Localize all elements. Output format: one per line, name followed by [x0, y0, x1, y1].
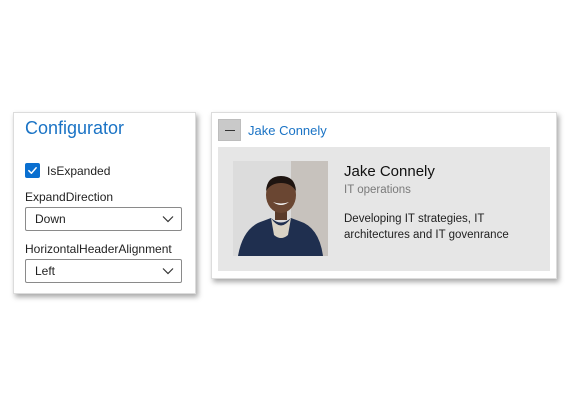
header-alignment-value: Left — [35, 264, 56, 278]
collapse-button[interactable] — [218, 119, 241, 141]
minus-icon — [224, 129, 235, 131]
expander-header-title[interactable]: Jake Connely — [248, 123, 327, 138]
is-expanded-checkbox[interactable] — [25, 163, 40, 178]
configurator-title: Configurator — [25, 118, 125, 138]
expander-content: Jake Connely IT operations Developing IT… — [218, 147, 550, 271]
person-role: IT operations — [344, 184, 411, 196]
expand-direction-label: ExpandDirection — [25, 190, 114, 204]
checkmark-icon — [28, 167, 37, 174]
profile-photo — [233, 161, 328, 256]
is-expanded-checkbox-row[interactable]: IsExpanded — [25, 163, 110, 178]
chevron-down-icon — [162, 268, 174, 275]
chevron-down-icon — [162, 216, 174, 223]
person-name: Jake Connely — [344, 163, 435, 180]
expand-direction-value: Down — [35, 212, 66, 226]
expander-header[interactable]: Jake Connely — [218, 119, 550, 143]
expand-direction-select[interactable]: Down — [25, 207, 182, 231]
configurator-panel: Configurator IsExpanded ExpandDirection … — [13, 112, 196, 294]
header-alignment-label: HorizontalHeaderAlignment — [25, 242, 172, 256]
expander-panel: Jake Connely Jake Connely IT operations … — [211, 112, 557, 279]
header-alignment-select[interactable]: Left — [25, 259, 182, 283]
is-expanded-label: IsExpanded — [47, 163, 111, 178]
person-description: Developing IT strategies, IT architectur… — [344, 213, 509, 241]
